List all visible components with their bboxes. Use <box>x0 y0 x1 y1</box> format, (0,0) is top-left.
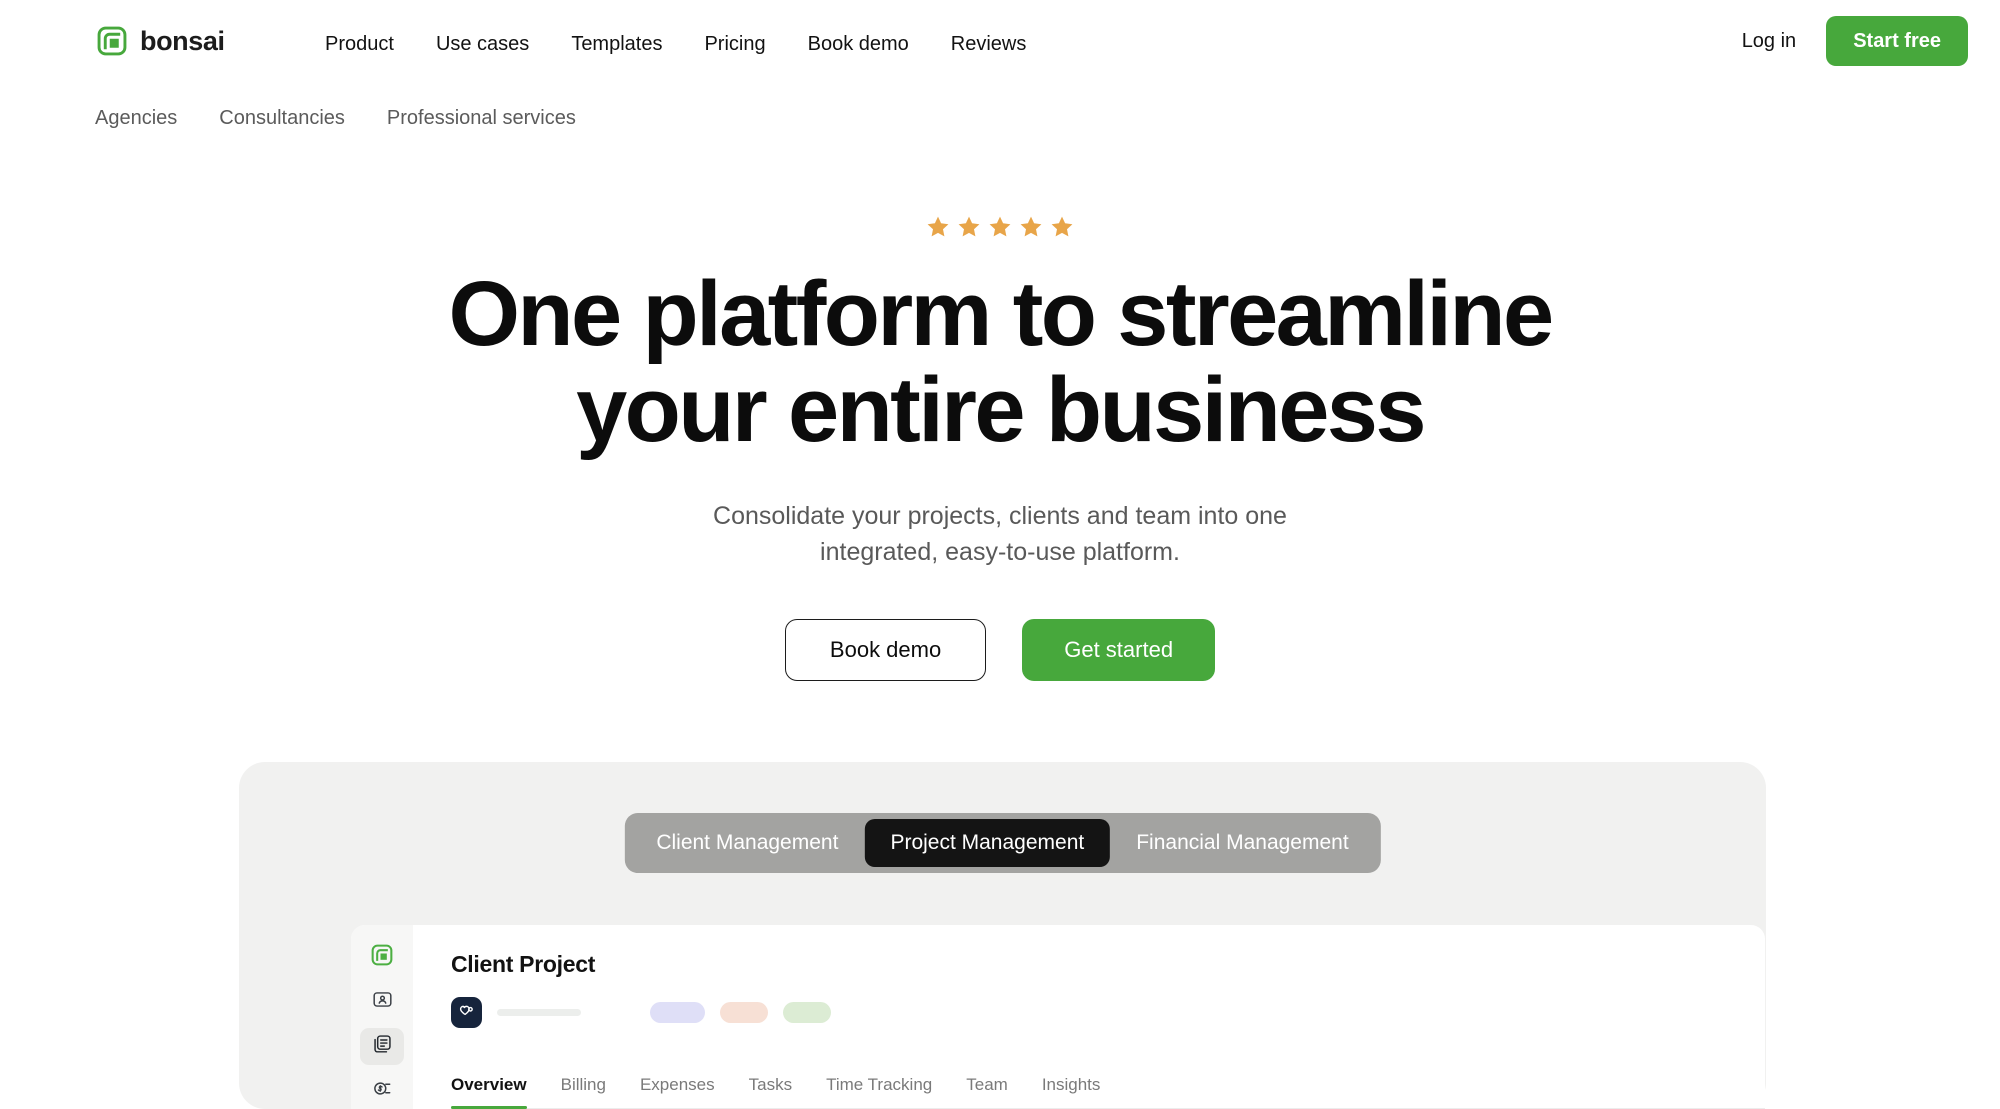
nav-link-book-demo[interactable]: Book demo <box>808 31 909 57</box>
tab-project-management[interactable]: Project Management <box>864 819 1111 867</box>
tab-client-management[interactable]: Client Management <box>630 819 864 867</box>
login-link[interactable]: Log in <box>1742 30 1797 53</box>
sidebar-item-home[interactable] <box>360 939 404 976</box>
top-navigation-bar: bonsai Product Use cases Templates Prici… <box>0 0 2000 93</box>
nav-link-product[interactable]: Product <box>325 31 394 57</box>
sidebar-item-finance[interactable] <box>360 1073 404 1109</box>
subnav-link-professional-services[interactable]: Professional services <box>387 107 576 130</box>
subnav-link-consultancies[interactable]: Consultancies <box>219 107 345 130</box>
star-icon <box>988 215 1012 243</box>
hero-subheadline: Consolidate your projects, clients and t… <box>0 498 2000 571</box>
hero-cta-row: Book demo Get started <box>0 618 2000 681</box>
hero-headline-line-1: One platform to streamline <box>448 263 1554 365</box>
money-tag-icon <box>372 1078 393 1104</box>
primary-nav-links: Product Use cases Templates Pricing Book… <box>325 31 1026 57</box>
status-pill-peach <box>720 1002 768 1023</box>
landing-page: bonsai Product Use cases Templates Prici… <box>0 0 2000 1109</box>
nav-link-templates[interactable]: Templates <box>571 31 662 57</box>
app-preview-window: Client Project Overview Billing Expenses… <box>351 925 1765 1109</box>
nav-link-pricing[interactable]: Pricing <box>704 31 765 57</box>
contact-card-icon <box>372 989 393 1015</box>
nav-link-reviews[interactable]: Reviews <box>951 31 1027 57</box>
star-icon <box>1019 215 1043 243</box>
sidebar-item-projects[interactable] <box>360 1028 404 1065</box>
hero-section: One platform to streamline your entire b… <box>0 151 2000 681</box>
tab-financial-management[interactable]: Financial Management <box>1110 819 1374 867</box>
star-icon <box>1050 215 1074 243</box>
hero-headline-line-2: your entire business <box>576 359 1426 461</box>
tab-overview[interactable]: Overview <box>451 1075 527 1109</box>
star-rating <box>0 215 2000 243</box>
tab-expenses[interactable]: Expenses <box>640 1075 715 1108</box>
tab-insights[interactable]: Insights <box>1042 1075 1101 1108</box>
app-sidebar <box>351 925 413 1109</box>
tab-team[interactable]: Team <box>966 1075 1008 1108</box>
project-title: Client Project <box>451 951 596 977</box>
hero-subheadline-line-1: Consolidate your projects, clients and t… <box>713 502 1287 530</box>
hero-subheadline-line-2: integrated, easy-to-use platform. <box>820 538 1180 567</box>
project-tabs: Overview Billing Expenses Tasks Time Tra… <box>451 1075 1765 1109</box>
heart-avatar-icon <box>458 1002 475 1024</box>
brand-name: bonsai <box>140 25 225 56</box>
brand-logo-link[interactable]: bonsai <box>97 26 225 56</box>
nav-actions: Log in Start free <box>1742 16 1968 66</box>
product-showcase-card: Client Management Project Management Fin… <box>239 762 1766 1109</box>
secondary-navigation-bar: Agencies Consultancies Professional serv… <box>0 93 2000 151</box>
tab-tasks[interactable]: Tasks <box>749 1075 792 1108</box>
project-name-placeholder <box>497 1009 581 1016</box>
bonsai-logo-icon <box>371 944 393 971</box>
start-free-button[interactable]: Start free <box>1826 16 1968 66</box>
tab-time-tracking[interactable]: Time Tracking <box>826 1075 932 1108</box>
hero-headline: One platform to streamline your entire b… <box>0 268 2000 456</box>
tab-billing[interactable]: Billing <box>561 1075 606 1108</box>
book-demo-button[interactable]: Book demo <box>784 618 987 681</box>
subnav-link-agencies[interactable]: Agencies <box>95 107 177 130</box>
showcase-segmented-control: Client Management Project Management Fin… <box>624 813 1381 873</box>
documents-icon <box>372 1033 393 1059</box>
avatar[interactable] <box>451 997 482 1028</box>
sidebar-item-clients[interactable] <box>360 984 404 1021</box>
star-icon <box>926 215 950 243</box>
nav-link-use-cases[interactable]: Use cases <box>436 31 529 57</box>
star-icon <box>957 215 981 243</box>
status-pill-green <box>783 1002 831 1023</box>
project-meta-row <box>451 997 1765 1028</box>
app-main-content: Client Project Overview Billing Expenses… <box>413 925 1765 1109</box>
status-pill-lavender <box>650 1002 705 1023</box>
get-started-button[interactable]: Get started <box>1022 618 1216 681</box>
bonsai-spiral-logo-icon <box>97 26 127 56</box>
